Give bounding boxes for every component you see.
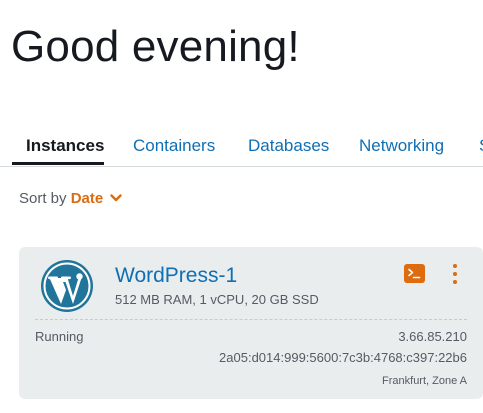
active-tab-indicator [12,162,104,165]
card-divider [35,319,467,320]
sort-label: Sort by [19,190,67,207]
tab-databases[interactable]: Databases [248,136,329,156]
instance-spec: 512 MB RAM, 1 vCPU, 20 GB SSD [115,292,319,307]
tab-networking[interactable]: Networking [359,136,444,156]
instance-ipv6: 2a05:d014:999:5600:7c3b:4768:c397:22b6 [219,350,467,365]
resource-tabs: Instances Containers Databases Networkin… [0,132,483,167]
sort-value: Date [70,190,104,207]
connect-button[interactable] [404,264,425,283]
tab-storage[interactable]: S [479,136,483,156]
kebab-menu-icon[interactable] [449,264,461,284]
instance-ipv4: 3.66.85.210 [398,329,467,344]
instance-status: Running [35,329,84,344]
wordpress-logo-icon [41,260,93,312]
sort-dropdown[interactable]: Date [71,190,123,207]
instance-location: Frankfurt, Zone A [382,375,467,387]
greeting-heading: Good evening! [11,22,300,71]
instance-card: WordPress-1 512 MB RAM, 1 vCPU, 20 GB SS… [19,247,483,399]
chevron-down-icon [110,193,123,201]
sort-control: Sort by Date [19,190,123,207]
lightsail-home: Good evening! Instances Containers Datab… [0,0,483,413]
tab-instances[interactable]: Instances [26,136,104,156]
terminal-icon [408,268,421,279]
instance-name-link[interactable]: WordPress-1 [115,264,237,288]
tab-containers[interactable]: Containers [133,136,215,156]
